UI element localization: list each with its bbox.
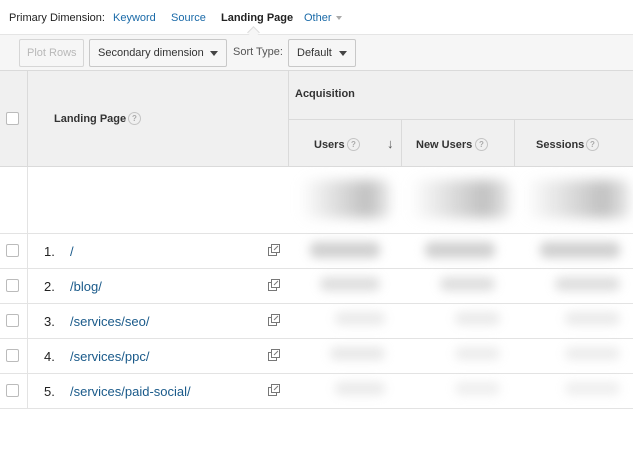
sort-descending-icon[interactable]: ↓ [387,137,394,150]
chevron-down-icon [335,16,342,21]
landing-page-link[interactable]: /services/paid-social/ [70,384,191,399]
blurred-metric [455,382,500,395]
secondary-dimension-label: Secondary dimension [98,47,204,59]
landing-page-link[interactable]: /blog/ [70,279,102,294]
blurred-metric [565,382,620,395]
chevron-down-icon [339,51,347,56]
blurred-metric [455,312,500,325]
primary-dimension-label: Primary Dimension: [9,12,105,24]
blurred-metric [335,312,385,325]
help-icon[interactable]: ? [347,138,360,151]
blurred-metric [440,277,495,291]
row-checkbox[interactable] [6,279,19,292]
blurred-total-new-users [410,180,510,218]
dimension-other-dropdown[interactable]: Other [304,12,342,24]
primary-dimension-bar: Primary Dimension: Keyword Source Landin… [0,0,633,34]
row-checkbox[interactable] [6,349,19,362]
blurred-metric [565,347,620,360]
row-checkbox[interactable] [6,384,19,397]
landing-page-link[interactable]: /services/seo/ [70,314,149,329]
dimension-landing-page-active[interactable]: Landing Page [221,12,293,24]
row-divider [27,339,28,374]
header-divider [401,119,402,167]
help-icon[interactable]: ? [475,138,488,151]
blurred-metric [330,347,385,360]
row-divider [27,167,28,234]
blurred-metric [335,382,385,395]
plot-rows-button[interactable]: Plot Rows [19,39,84,67]
landing-page-column-header[interactable]: Landing Page [54,113,126,125]
row-index: 4. [44,349,55,364]
table-toolbar: Plot Rows Secondary dimension Sort Type:… [0,34,633,71]
blurred-metric [425,242,495,258]
help-icon[interactable]: ? [586,138,599,151]
dimension-source-link[interactable]: Source [171,12,206,24]
open-external-icon[interactable] [268,279,280,291]
row-index: 2. [44,279,55,294]
header-divider [288,119,633,120]
sort-type-dropdown[interactable]: Default [288,39,356,67]
row-divider [27,269,28,304]
chevron-down-icon [210,51,218,56]
sort-type-value: Default [297,47,332,59]
open-external-icon[interactable] [268,349,280,361]
row-divider [27,304,28,339]
header-divider [514,119,515,167]
blurred-metric [540,242,620,258]
open-external-icon[interactable] [268,244,280,256]
blurred-metric [320,277,380,291]
open-external-icon[interactable] [268,314,280,326]
blurred-metric [310,242,380,258]
row-checkbox[interactable] [6,244,19,257]
table-row: 2. /blog/ [0,269,633,304]
row-divider [27,374,28,409]
new-users-column-header[interactable]: New Users [416,139,472,151]
dimension-other-label: Other [304,12,332,24]
blurred-total-users [300,180,390,218]
header-divider [27,70,28,167]
blurred-metric [455,347,500,360]
landing-page-link[interactable]: / [70,244,74,259]
row-index: 1. [44,244,55,259]
open-external-icon[interactable] [268,384,280,396]
row-checkbox[interactable] [6,314,19,327]
table-row: 5. /services/paid-social/ [0,374,633,409]
row-index: 3. [44,314,55,329]
row-index: 5. [44,384,55,399]
select-all-checkbox[interactable] [6,112,19,125]
sort-type-label: Sort Type: [233,46,283,58]
blurred-total-sessions [525,180,630,218]
users-column-header[interactable]: Users [314,139,345,151]
table-row: 4. /services/ppc/ [0,339,633,374]
acquisition-group-header: Acquisition [295,88,355,100]
row-divider [27,234,28,269]
landing-page-link[interactable]: /services/ppc/ [70,349,149,364]
blurred-metric [565,312,620,325]
help-icon[interactable]: ? [128,112,141,125]
blurred-metric [555,277,620,291]
dimension-keyword-link[interactable]: Keyword [113,12,156,24]
secondary-dimension-dropdown[interactable]: Secondary dimension [89,39,227,67]
sessions-column-header[interactable]: Sessions [536,139,584,151]
table-row: 3. /services/seo/ [0,304,633,339]
